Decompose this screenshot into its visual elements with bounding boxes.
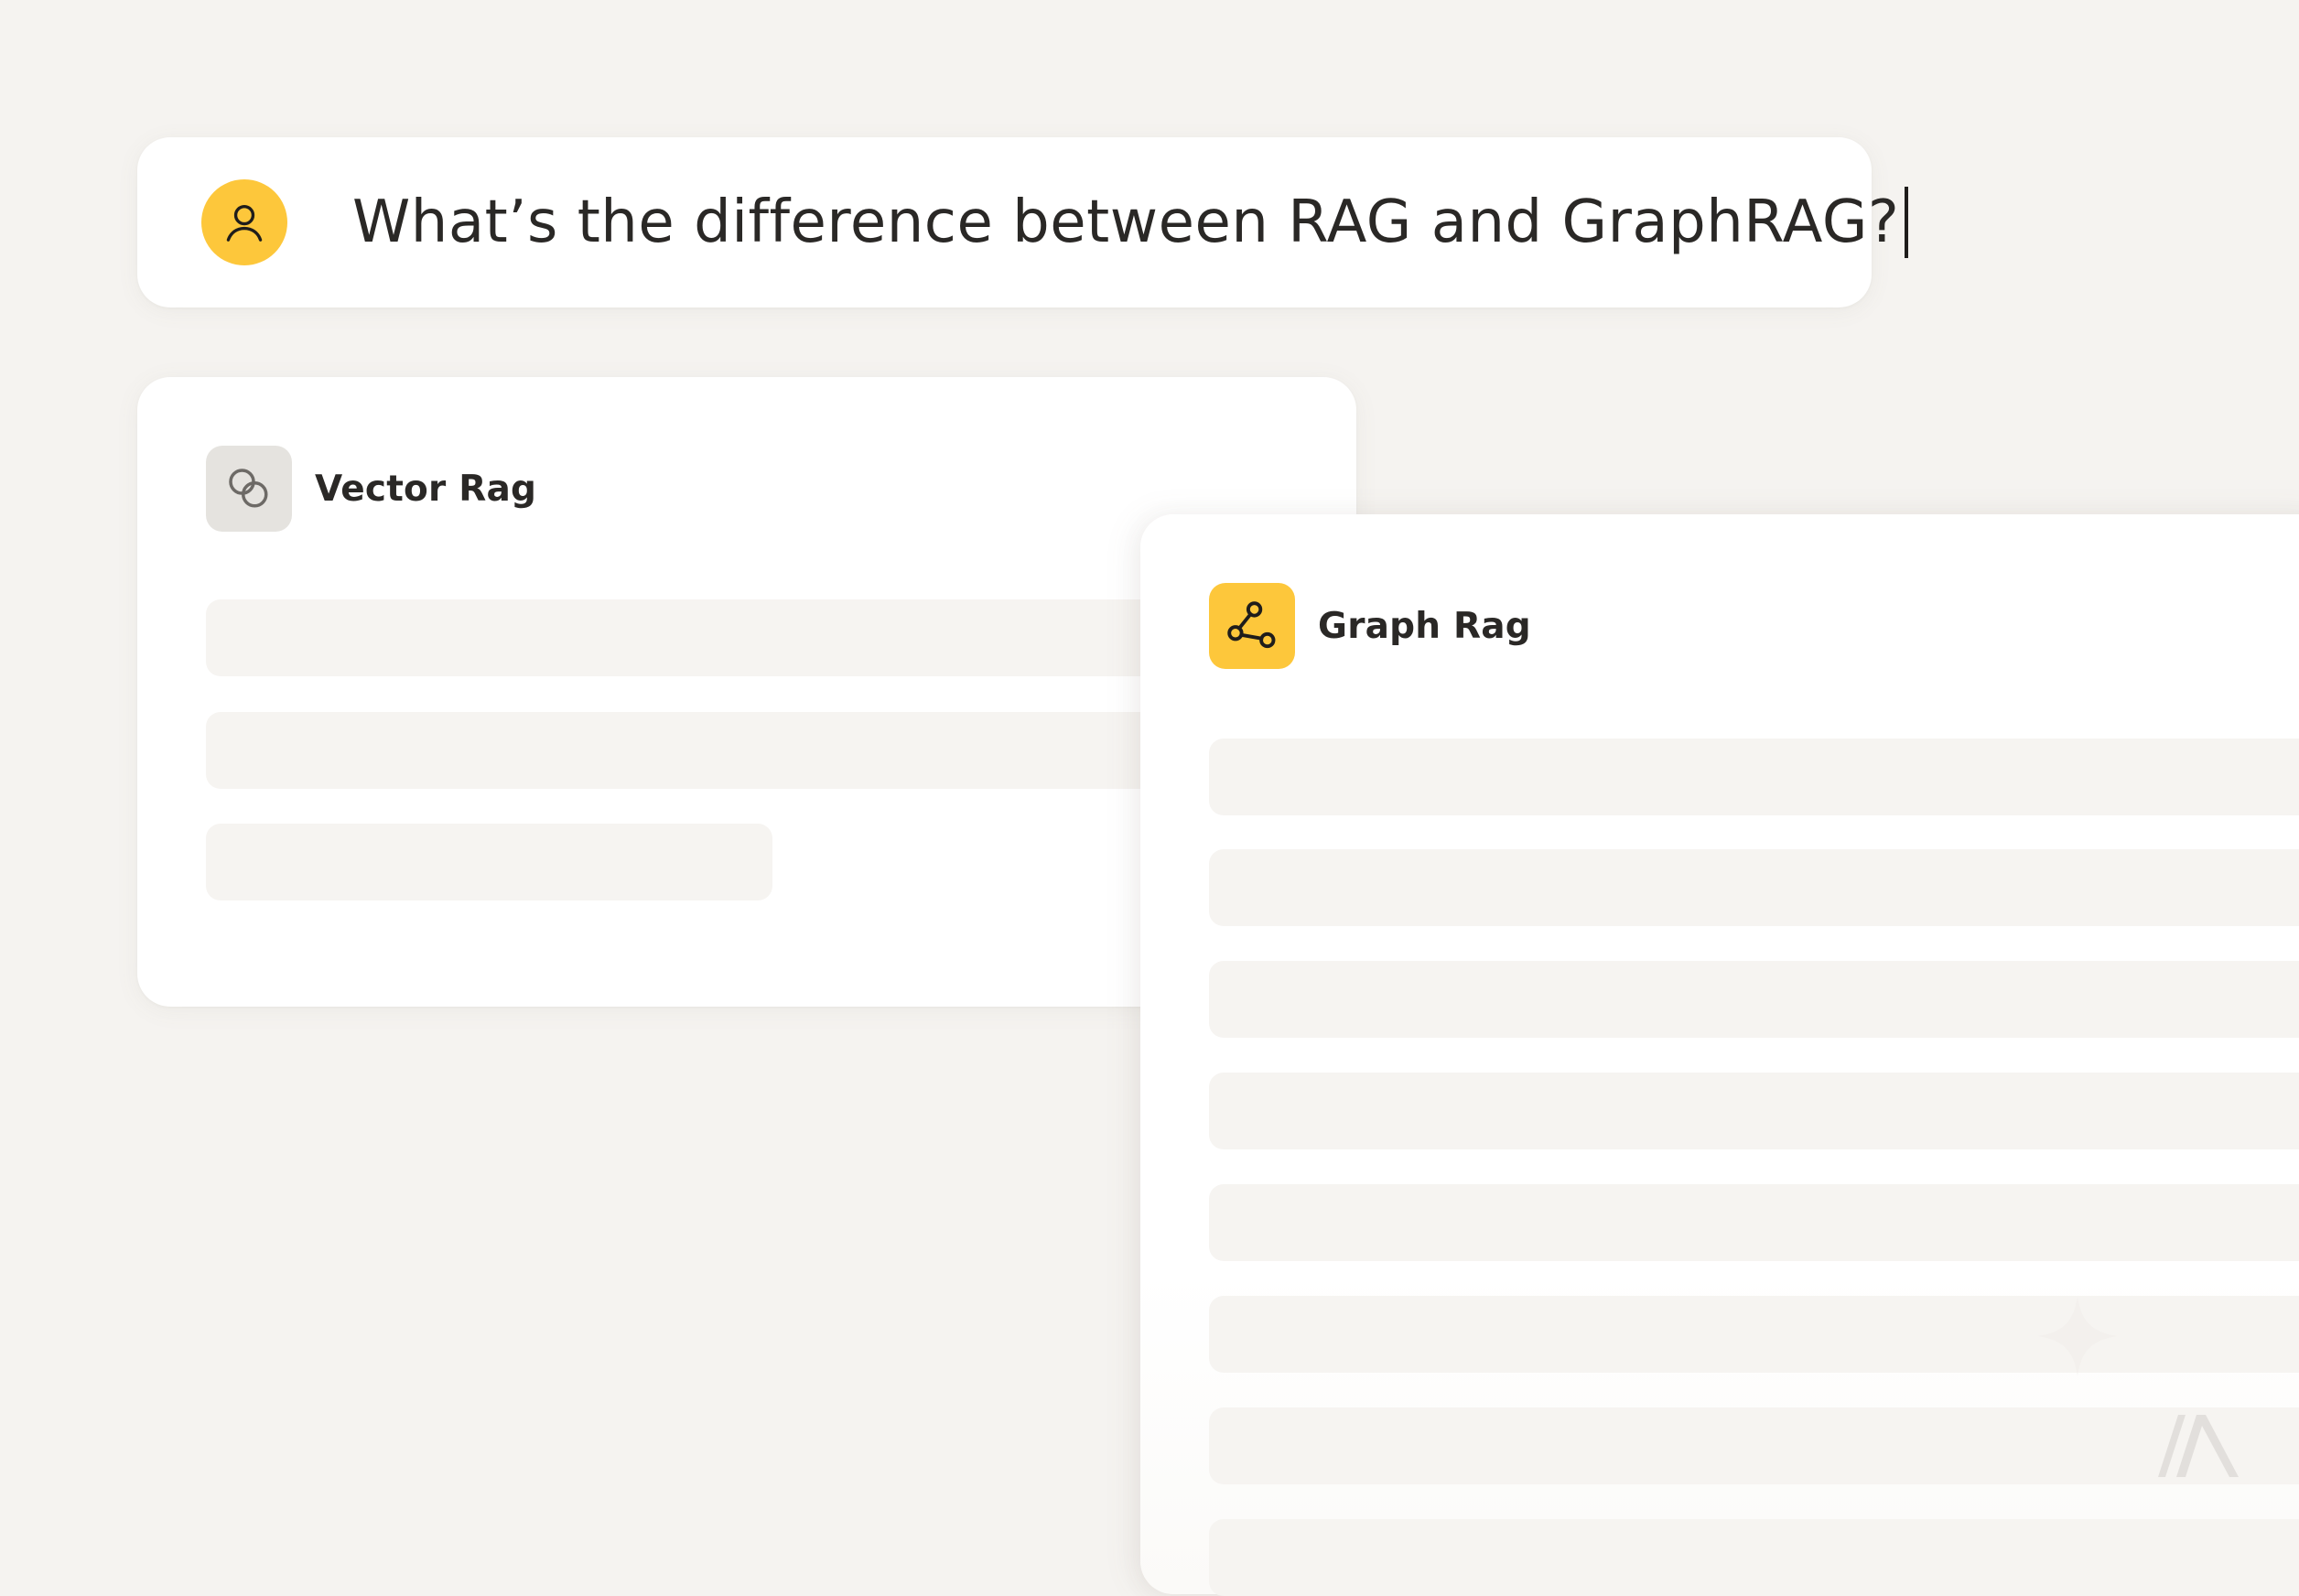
brand-logo-icon — [2158, 1415, 2239, 1477]
card-title: Graph Rag — [1318, 605, 1531, 647]
avatar — [201, 179, 287, 265]
prompt-bar[interactable]: What’s the difference between RAG and Gr… — [137, 137, 1909, 307]
skeleton-line — [1209, 1073, 2299, 1149]
skeleton-line — [206, 712, 1286, 789]
graph-icon-tile — [1209, 583, 1295, 669]
card-title: Vector Rag — [315, 468, 537, 510]
user-icon — [226, 204, 263, 242]
sparkle-icon — [2037, 1296, 2118, 1376]
skeleton-line — [206, 824, 772, 900]
text-caret — [1905, 187, 1909, 258]
skeleton-line — [1209, 1296, 2299, 1373]
skeleton-line — [1209, 961, 2299, 1038]
prompt-input[interactable]: What’s the difference between RAG and Gr… — [352, 137, 1909, 307]
skeleton-line — [1209, 849, 2299, 926]
skeleton-line — [1209, 1407, 2299, 1484]
share-nodes-icon — [1227, 601, 1276, 649]
skeleton-line — [1209, 1519, 2299, 1596]
card-header: Graph Rag — [1209, 583, 1531, 669]
graph-rag-card[interactable]: Graph Rag — [1140, 514, 2299, 1596]
skeleton-line — [206, 599, 1286, 676]
vector-icon-tile — [206, 446, 292, 532]
skeleton-line — [1209, 1184, 2299, 1261]
skeleton-line — [1209, 739, 2299, 815]
card-header: Vector Rag — [206, 446, 536, 532]
overlapping-circles-icon — [229, 469, 268, 508]
prompt-text: What’s the difference between RAG and Gr… — [352, 189, 1900, 256]
